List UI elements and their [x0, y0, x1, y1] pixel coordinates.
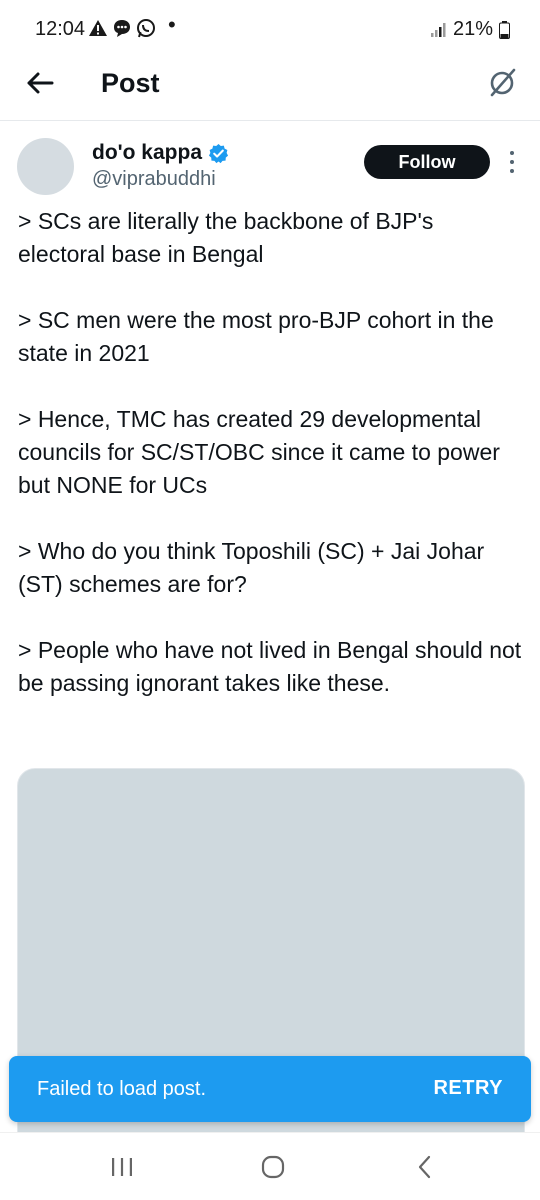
status-notification-icons [88, 18, 156, 38]
post-paragraph: > SCs are literally the backbone of BJP'… [18, 208, 434, 267]
chevron-left-icon [418, 1155, 431, 1179]
system-nav-bar [0, 1132, 540, 1200]
status-more-dot: • [168, 12, 176, 37]
more-options-button[interactable] [504, 149, 520, 175]
grok-icon [490, 68, 516, 97]
status-time: 12:04 [35, 18, 86, 40]
retry-button[interactable]: RETRY [433, 1077, 503, 1100]
home-button[interactable] [259, 1153, 287, 1181]
avatar[interactable] [17, 138, 74, 195]
status-system-icons: 21% [430, 18, 510, 41]
battery-icon [499, 20, 510, 39]
top-app-bar: Post [0, 52, 540, 118]
post-author-row: do'o kappa @viprabuddhi Follow [0, 121, 540, 201]
post-paragraph: > Hence, TMC has created 29 developmenta… [18, 406, 500, 498]
author-handle[interactable]: @viprabuddhi [92, 168, 216, 191]
post-paragraph: > People who have not lived in Bengal sh… [18, 637, 522, 696]
status-bar: 12:04 • 21% [0, 0, 540, 52]
verified-badge-icon [208, 143, 229, 163]
home-icon [261, 1155, 285, 1179]
chat-bubble-icon [114, 20, 130, 37]
author-name: do'o kappa [92, 141, 203, 164]
page-title: Post [101, 68, 160, 98]
grok-button[interactable] [484, 65, 520, 101]
signal-icon [430, 22, 446, 37]
error-toast: Failed to load post. RETRY [9, 1056, 531, 1122]
whatsapp-icon [137, 19, 155, 38]
recents-button[interactable] [108, 1155, 136, 1179]
author-display-name[interactable]: do'o kappa [92, 141, 229, 165]
toast-message: Failed to load post. [37, 1078, 206, 1100]
post-paragraph: > SC men were the most pro-BJP cohort in… [18, 307, 494, 366]
follow-button[interactable]: Follow [364, 145, 490, 179]
recents-icon [112, 1158, 132, 1176]
warning-icon [89, 20, 107, 36]
post-text: > SCs are literally the backbone of BJP'… [18, 205, 523, 733]
nav-back-button[interactable] [412, 1153, 438, 1181]
battery-percent: 21% [452, 18, 493, 40]
post-paragraph: > Who do you think Toposhili (SC) + Jai … [18, 538, 485, 597]
arrow-left-icon [27, 72, 54, 94]
more-vertical-icon [510, 151, 514, 173]
back-button[interactable] [22, 65, 58, 101]
